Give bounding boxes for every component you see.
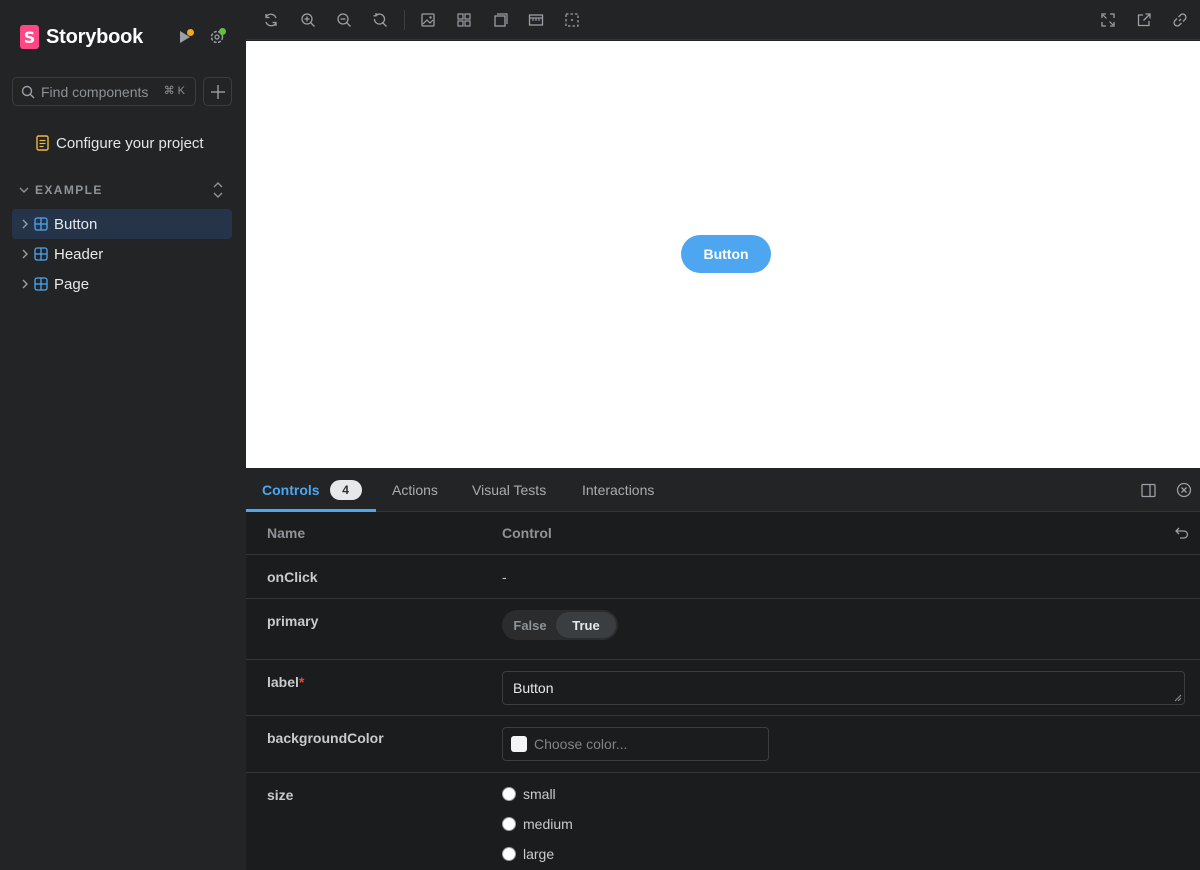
control-row-label: label* Button: [246, 660, 1200, 716]
zoom-in-icon[interactable]: [297, 9, 319, 31]
label-input-value: Button: [513, 680, 554, 696]
preview-toolbar: [246, 0, 1200, 40]
control-row-backgroundcolor: backgroundColor Choose color...: [246, 716, 1200, 773]
reload-icon[interactable]: [260, 9, 282, 31]
add-story-button[interactable]: [203, 77, 232, 106]
chevron-right-icon: [22, 279, 28, 289]
control-row-size: size small medium large: [246, 773, 1200, 870]
measure-icon[interactable]: [525, 9, 547, 31]
tree-item-button[interactable]: Button: [12, 209, 232, 239]
column-header-name: Name: [267, 525, 306, 541]
sidebar: S Storybook Find components ⌘ K Configur…: [0, 0, 246, 870]
storybook-logo: S: [20, 25, 39, 49]
tree-item-page[interactable]: Page: [12, 269, 232, 299]
tree-item-header[interactable]: Header: [12, 239, 232, 269]
label-text-input[interactable]: Button: [502, 671, 1185, 705]
search-icon: [21, 85, 35, 98]
size-option-large[interactable]: large: [502, 844, 554, 864]
panel-orientation-icon[interactable]: [1139, 481, 1157, 499]
toggle-option-false[interactable]: False: [504, 612, 556, 638]
control-name: size: [267, 787, 294, 803]
tab-visual-tests[interactable]: Visual Tests: [472, 468, 546, 512]
tab-label: Visual Tests: [472, 482, 547, 498]
component-icon: [34, 247, 48, 261]
background-color-input[interactable]: Choose color...: [502, 727, 769, 761]
background-icon[interactable]: [417, 9, 439, 31]
radio-label: large: [523, 846, 555, 862]
radio-button[interactable]: [502, 817, 516, 831]
size-option-medium[interactable]: medium: [502, 814, 573, 834]
chevron-down-icon: [19, 187, 29, 193]
grid-icon[interactable]: [453, 9, 475, 31]
configure-project-label: Configure your project: [56, 134, 204, 152]
search-input[interactable]: Find components ⌘ K: [12, 77, 196, 106]
viewport-icon[interactable]: [489, 9, 511, 31]
component-icon: [34, 217, 48, 231]
zoom-out-icon[interactable]: [333, 9, 355, 31]
tree-item-label: Page: [54, 275, 90, 293]
size-option-small[interactable]: small: [502, 784, 556, 804]
control-name: label*: [267, 674, 304, 690]
outline-icon[interactable]: [561, 9, 583, 31]
tree-item-label: Header: [54, 245, 104, 263]
tab-interactions[interactable]: Interactions: [582, 468, 654, 512]
toggle-option-true[interactable]: True: [556, 612, 616, 638]
chevron-right-icon: [22, 249, 28, 259]
group-title: EXAMPLE: [35, 183, 103, 197]
update-dot: [219, 28, 226, 35]
controls-count-badge: 4: [329, 480, 362, 500]
copy-link-icon[interactable]: [1169, 9, 1191, 31]
search-shortcut: ⌘ K: [163, 85, 185, 97]
reset-controls-icon[interactable]: [1174, 525, 1190, 541]
play-icon[interactable]: [173, 26, 195, 48]
tab-label: Interactions: [582, 482, 655, 498]
resize-handle-icon[interactable]: [1174, 694, 1182, 702]
control-name: onClick: [267, 569, 318, 585]
radio-label: small: [523, 786, 556, 802]
addons-tabbar: Controls 4 Actions Visual Tests Interact…: [246, 468, 1200, 512]
control-name: primary: [267, 613, 319, 629]
tree-item-label: Button: [54, 215, 98, 233]
control-value: -: [502, 569, 507, 585]
toolbar-divider: [404, 10, 405, 30]
addons-panel: Controls 4 Actions Visual Tests Interact…: [246, 468, 1200, 870]
tab-label: Actions: [392, 482, 438, 498]
group-example[interactable]: EXAMPLE: [18, 180, 230, 200]
preview-canvas: Button: [246, 41, 1200, 468]
plus-icon: [210, 84, 225, 99]
color-placeholder: Choose color...: [534, 736, 628, 752]
document-icon: [36, 135, 49, 151]
chevron-right-icon: [22, 219, 28, 229]
control-row-onclick: onClick -: [246, 555, 1200, 599]
color-swatch[interactable]: [511, 736, 527, 752]
zoom-reset-icon[interactable]: [369, 9, 391, 31]
storybook-brand[interactable]: S Storybook: [20, 24, 143, 50]
controls-table-header: Name Control: [246, 512, 1200, 555]
control-name: backgroundColor: [267, 730, 384, 746]
close-panel-icon[interactable]: [1175, 481, 1193, 499]
control-row-primary: primary False True: [246, 599, 1200, 660]
column-header-control: Control: [502, 525, 552, 541]
status-dot: [187, 29, 194, 36]
search-placeholder: Find components: [41, 83, 149, 100]
open-new-tab-icon[interactable]: [1133, 9, 1155, 31]
tab-actions[interactable]: Actions: [392, 468, 438, 512]
tab-label: Controls: [262, 482, 320, 498]
brand-name: Storybook: [46, 25, 144, 48]
configure-project-link[interactable]: Configure your project: [36, 133, 204, 153]
expand-collapse-icon[interactable]: [212, 180, 224, 200]
radio-button[interactable]: [502, 847, 516, 861]
settings-icon[interactable]: [206, 26, 228, 48]
radio-label: medium: [523, 816, 573, 832]
radio-button[interactable]: [502, 787, 516, 801]
fullscreen-icon[interactable]: [1097, 9, 1119, 31]
control-name-text: label: [267, 674, 299, 690]
component-icon: [34, 277, 48, 291]
tab-controls[interactable]: Controls 4: [262, 468, 362, 512]
story-button[interactable]: Button: [681, 235, 771, 273]
required-marker: *: [298, 674, 305, 690]
primary-boolean-toggle[interactable]: False True: [502, 610, 618, 640]
